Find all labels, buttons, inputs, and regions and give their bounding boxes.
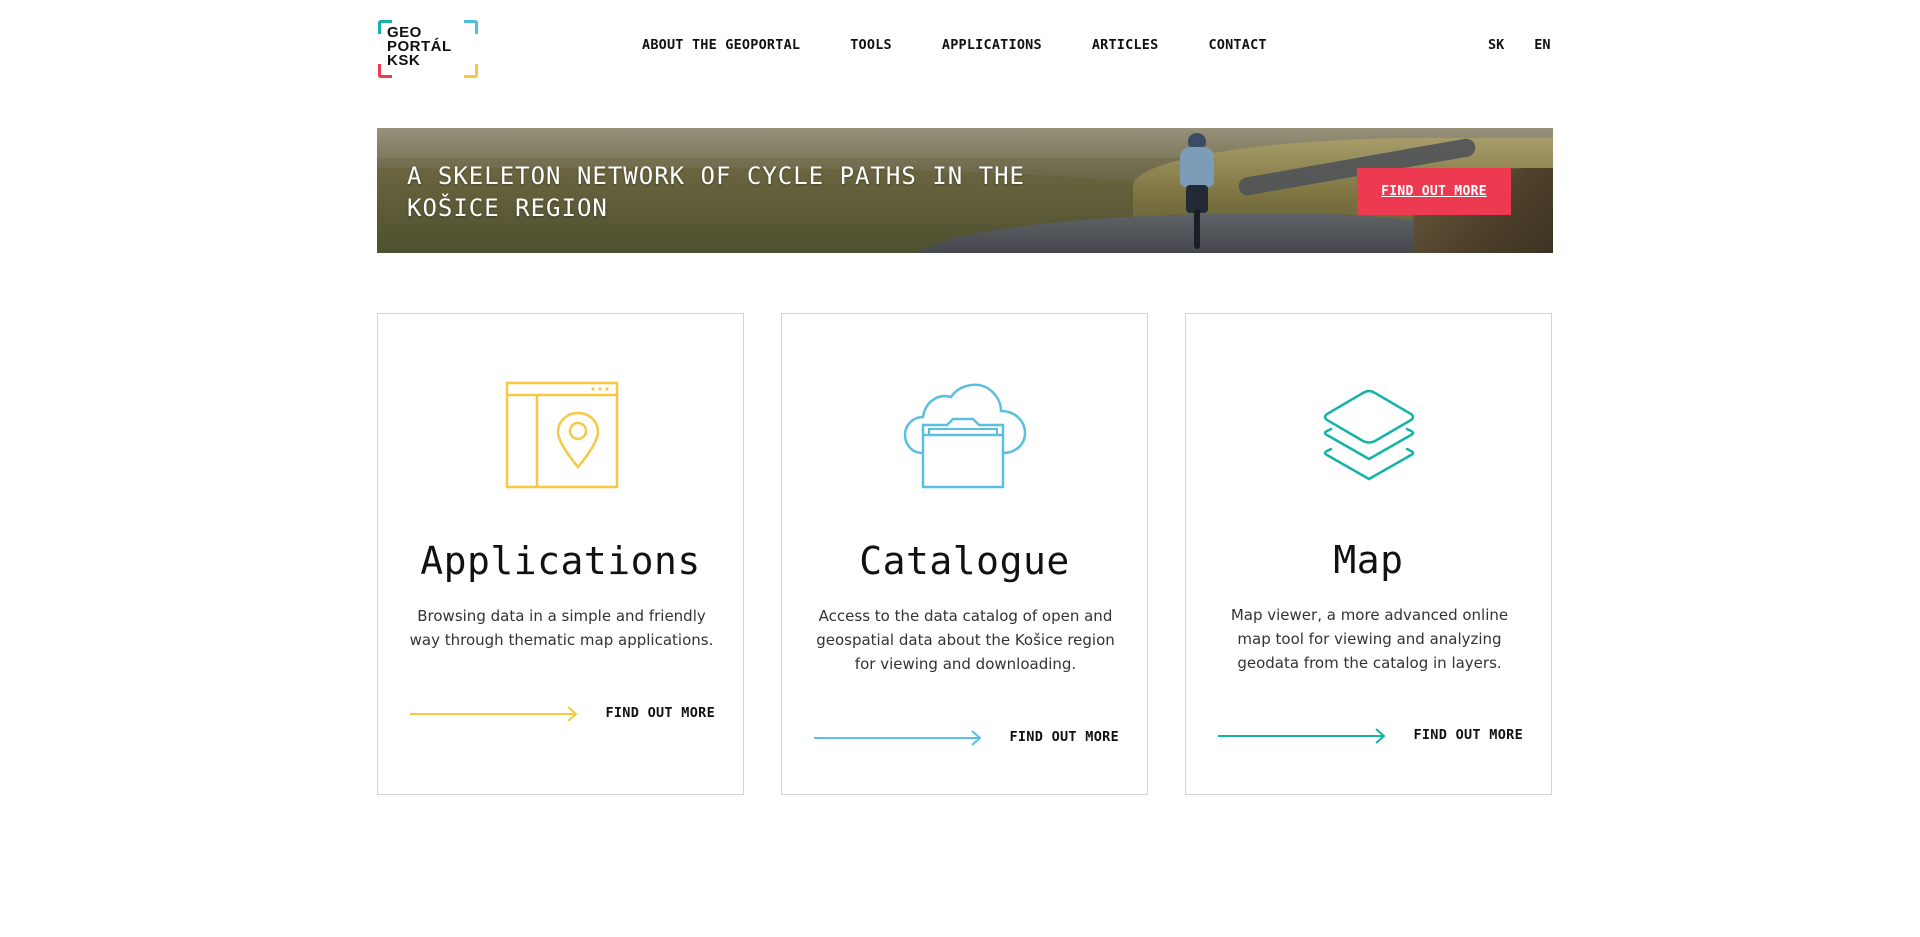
card-find-out-more-link[interactable]: FIND OUT MORE bbox=[1218, 726, 1523, 746]
banner-image-cyclist bbox=[1172, 133, 1222, 253]
arrow-right-icon bbox=[814, 730, 982, 746]
card-map[interactable]: Map Map viewer, a more advanced online m… bbox=[1185, 313, 1552, 795]
nav-item-about[interactable]: ABOUT THE GEOPORTAL bbox=[642, 37, 800, 53]
cyclist-wheel bbox=[1194, 209, 1200, 249]
nav-item-articles[interactable]: ARTICLES bbox=[1092, 37, 1159, 53]
arrow-right-icon bbox=[1218, 728, 1386, 744]
nav-item-applications[interactable]: APPLICATIONS bbox=[942, 37, 1042, 53]
hero-banner: A SKELETON NETWORK OF CYCLE PATHS IN THE… bbox=[377, 128, 1553, 253]
language-switcher: SK EN bbox=[1488, 37, 1581, 53]
card-description: Browsing data in a simple and friendly w… bbox=[409, 607, 714, 649]
lang-sk[interactable]: SK bbox=[1488, 37, 1504, 53]
logo-corner bbox=[464, 20, 478, 34]
card-catalogue[interactable]: Catalogue Access to the data catalog of … bbox=[781, 313, 1148, 795]
site-logo[interactable]: GEO PORTÁL KSK bbox=[378, 20, 478, 78]
card-description: Access to the data catalog of open and g… bbox=[816, 607, 1115, 673]
banner-title: A SKELETON NETWORK OF CYCLE PATHS IN THE… bbox=[407, 162, 1025, 222]
logo-corner bbox=[464, 64, 478, 78]
card-title: Catalogue bbox=[859, 539, 1070, 583]
banner-find-out-more-button[interactable]: FIND OUT MORE bbox=[1357, 168, 1511, 215]
cloud-folder-icon bbox=[903, 381, 1027, 491]
card-link-label: FIND OUT MORE bbox=[1009, 729, 1119, 745]
card-find-out-more-link[interactable]: FIND OUT MORE bbox=[410, 704, 715, 724]
cyclist-body bbox=[1180, 147, 1214, 187]
card-link-label: FIND OUT MORE bbox=[605, 705, 715, 721]
card-description: Map viewer, a more advanced online map t… bbox=[1230, 606, 1509, 672]
arrow-right-icon bbox=[410, 706, 578, 722]
card-applications[interactable]: Applications Browsing data in a simple a… bbox=[377, 313, 744, 795]
card-find-out-more-link[interactable]: FIND OUT MORE bbox=[814, 728, 1119, 748]
map-app-icon bbox=[499, 381, 623, 491]
nav-item-tools[interactable]: TOOLS bbox=[850, 37, 892, 53]
logo-text: GEO PORTÁL KSK bbox=[387, 25, 452, 69]
main-nav: ABOUT THE GEOPORTAL TOOLS APPLICATIONS A… bbox=[642, 37, 1317, 53]
lang-en[interactable]: EN bbox=[1534, 37, 1550, 53]
card-title: Map bbox=[1333, 538, 1404, 582]
card-title: Applications bbox=[420, 539, 701, 583]
layers-icon bbox=[1307, 381, 1431, 491]
nav-item-contact[interactable]: CONTACT bbox=[1208, 37, 1266, 53]
logo-line: KSK bbox=[387, 52, 421, 69]
card-link-label: FIND OUT MORE bbox=[1413, 727, 1523, 743]
